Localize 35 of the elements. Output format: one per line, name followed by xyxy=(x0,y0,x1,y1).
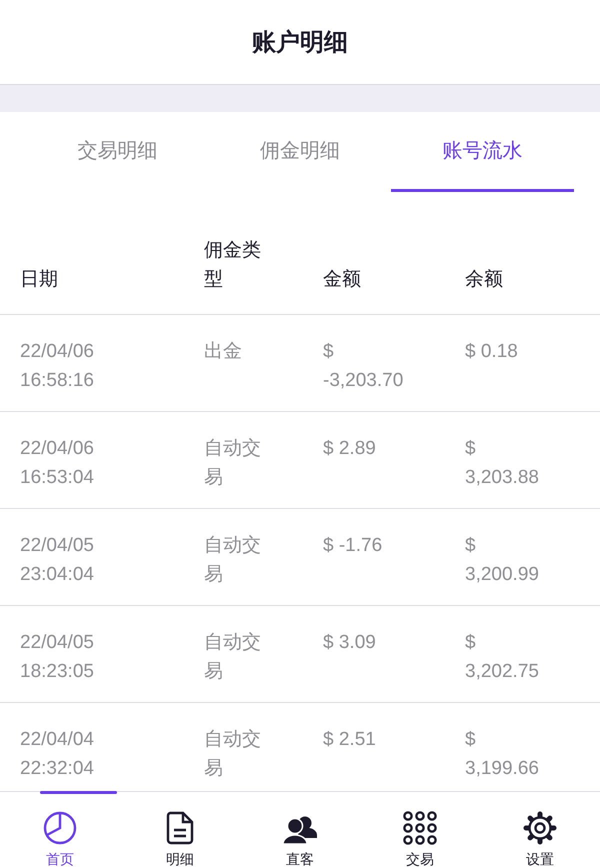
table-cell-text: 自动交易 xyxy=(204,728,262,781)
people-icon xyxy=(282,815,318,845)
nav-item[interactable]: 首页 xyxy=(0,792,120,867)
table-cell-text: $ 3,202.75 xyxy=(465,631,537,684)
table-cell-text: 自动交易 xyxy=(204,631,262,684)
table-cell-text: $ -1.76 xyxy=(323,534,384,558)
nav-item[interactable]: 明细 xyxy=(120,792,240,867)
table-cell-text: 22/04/04 22:32:04 xyxy=(20,728,95,781)
settings-icon xyxy=(523,811,557,845)
pie-chart-icon xyxy=(43,811,77,845)
table-cell-text: $ 3,203.88 xyxy=(465,437,537,490)
column-header: 日期 xyxy=(19,268,59,292)
nav-item[interactable]: 设置 xyxy=(480,792,600,867)
page-title: 账户明细 xyxy=(252,28,348,58)
table-cell-text: 22/04/06 16:53:04 xyxy=(20,437,95,490)
table-cell-text: 22/04/05 23:04:04 xyxy=(20,534,95,587)
table-cell-text: 自动交易 xyxy=(204,437,262,490)
table-cell-text: $ 2.89 xyxy=(323,437,377,461)
table-cell-text: $ 3.09 xyxy=(323,631,377,655)
table-cell-text: 自动交易 xyxy=(204,534,262,587)
column-header: 佣金类型 xyxy=(204,239,262,292)
table-cell-text: $ 2.51 xyxy=(323,728,377,752)
nav-item[interactable]: 交易 xyxy=(360,792,480,867)
table-cell-text: 出金 xyxy=(204,340,243,364)
document-icon xyxy=(166,811,194,845)
nav-item[interactable]: 直客 xyxy=(240,792,360,867)
table-cell-text: $ 3,199.66 xyxy=(465,728,537,781)
table-cell-text: $ -3,203.70 xyxy=(323,340,403,393)
grid-dots-icon xyxy=(403,811,437,845)
table-cell-text: $ 3,200.99 xyxy=(465,534,537,587)
column-header: 余额 xyxy=(465,268,504,292)
column-header: 金额 xyxy=(323,268,362,292)
table-cell-text: 22/04/06 16:58:16 xyxy=(20,340,95,393)
table-cell-text: 22/04/05 18:23:05 xyxy=(20,631,95,684)
table-cell-text: $ 0.18 xyxy=(465,340,519,364)
